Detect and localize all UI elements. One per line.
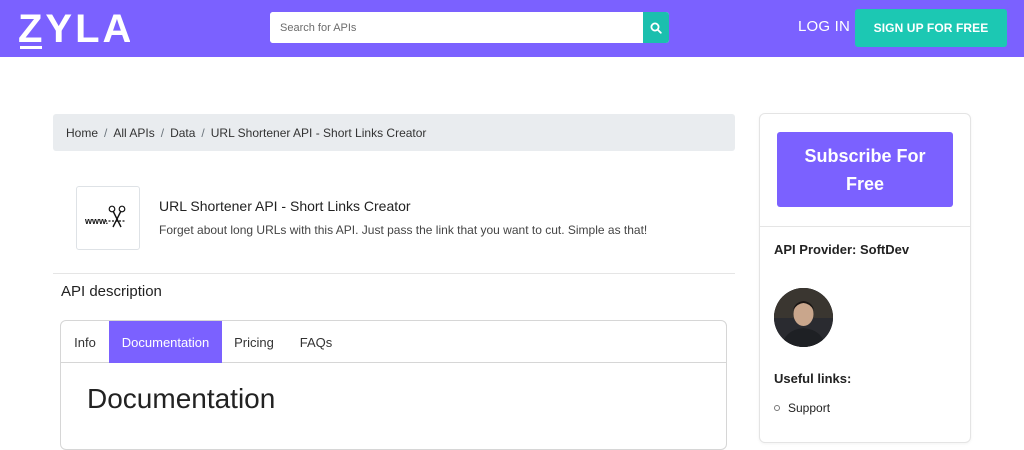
tab-faqs[interactable]: FAQs [286, 321, 346, 363]
svg-text:www.: www. [84, 216, 108, 226]
breadcrumb-data[interactable]: Data [170, 126, 195, 140]
provider-avatar[interactable] [774, 288, 833, 347]
tab-bar: Info Documentation Pricing FAQs [61, 321, 726, 363]
sidebar: Subscribe For Free API Provider: SoftDev… [759, 113, 971, 443]
search-bar [270, 12, 669, 43]
top-navbar: ZYLA LOG IN SIGN UP FOR FREE [0, 0, 1024, 57]
useful-links-heading: Useful links: [774, 371, 852, 386]
api-logo: www. [76, 186, 140, 250]
breadcrumb: Home / All APIs / Data / URL Shortener A… [53, 114, 735, 151]
tab-documentation[interactable]: Documentation [109, 321, 222, 363]
bullet-icon [774, 405, 780, 411]
breadcrumb-separator: / [104, 125, 108, 140]
search-button[interactable] [643, 12, 669, 43]
api-title: URL Shortener API - Short Links Creator [159, 198, 411, 214]
signup-button[interactable]: SIGN UP FOR FREE [855, 9, 1007, 47]
documentation-heading: Documentation [87, 383, 276, 414]
api-details-card: Info Documentation Pricing FAQs Document… [60, 320, 727, 450]
api-description-heading: API description [61, 283, 162, 300]
support-link[interactable]: Support [774, 401, 830, 415]
search-input[interactable] [270, 12, 643, 43]
support-link-label: Support [788, 401, 831, 415]
breadcrumb-home[interactable]: Home [66, 126, 98, 140]
api-provider: API Provider: SoftDev [774, 242, 910, 257]
breadcrumb-separator: / [160, 125, 165, 140]
breadcrumb-separator: / [201, 125, 205, 140]
breadcrumb-all-apis[interactable]: All APIs [113, 126, 154, 140]
breadcrumb-current: URL Shortener API - Short Links Creator [210, 125, 427, 140]
login-link[interactable]: LOG IN [798, 18, 850, 35]
avatar-image [774, 288, 833, 347]
subscribe-button[interactable]: Subscribe For Free [777, 132, 953, 207]
tab-info[interactable]: Info [61, 321, 109, 363]
search-icon [650, 22, 662, 34]
tab-pricing[interactable]: Pricing [222, 321, 286, 363]
api-subtitle: Forget about long URLs with this API. Ju… [159, 223, 648, 237]
sidebar-divider [760, 226, 970, 227]
section-divider [53, 273, 735, 274]
scissors-url-icon: www. [84, 205, 126, 228]
zyla-logo[interactable]: ZYLA [18, 6, 130, 52]
svg-text:ZYLA: ZYLA [18, 7, 130, 51]
